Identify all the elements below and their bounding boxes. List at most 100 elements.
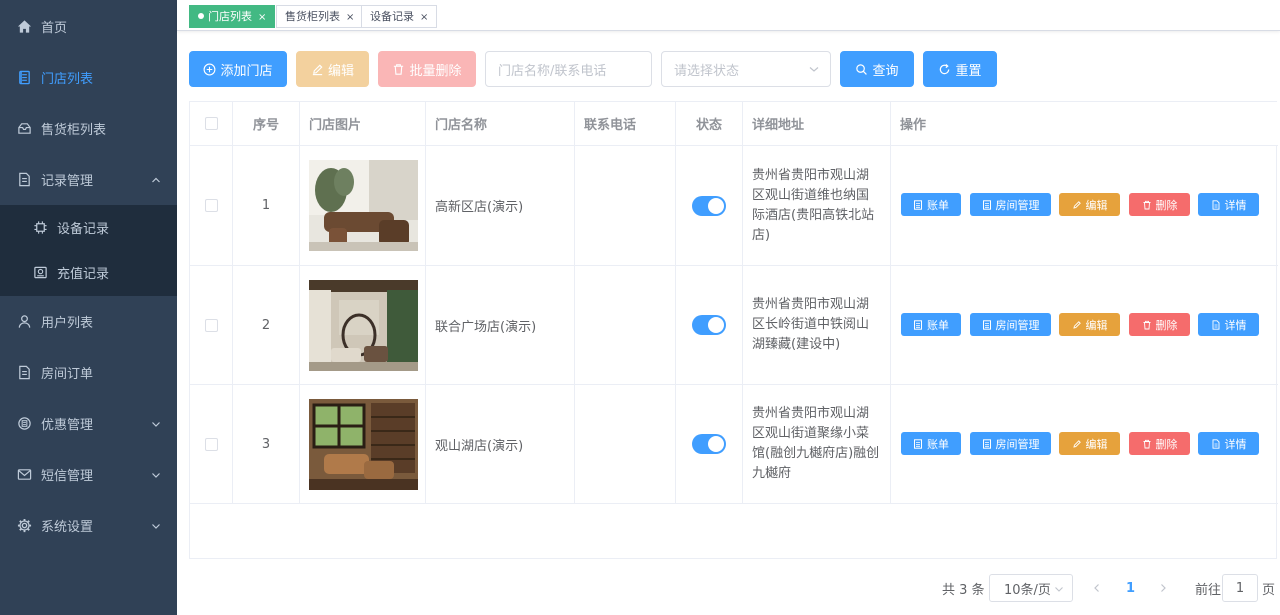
table-cell-name: 观山湖店(演示) xyxy=(426,385,575,504)
chevron-down-icon xyxy=(1055,587,1063,592)
user-icon xyxy=(16,314,32,330)
search-icon xyxy=(856,63,868,75)
goto-page-input[interactable]: 1 xyxy=(1222,574,1258,602)
tag-cabinet-list[interactable]: 售货柜列表 × xyxy=(276,5,364,28)
close-icon[interactable]: × xyxy=(258,12,266,23)
sidebar-item-records[interactable]: 记录管理 xyxy=(0,154,177,205)
sidebar-item-user-list[interactable]: 用户列表 xyxy=(0,296,177,347)
active-dot-icon xyxy=(198,13,204,19)
sidebar-item-coupons[interactable]: 优惠管理 xyxy=(0,398,177,449)
pagination-total: 共 3 条 xyxy=(942,582,985,598)
store-photo[interactable] xyxy=(309,160,418,251)
query-button[interactable]: 查询 xyxy=(840,51,914,87)
tags-view-bar: 门店列表 × 售货柜列表 × 设备记录 × xyxy=(177,0,1280,31)
gear-icon xyxy=(16,518,32,534)
bill-button[interactable]: 账单 xyxy=(901,313,961,336)
trash-icon xyxy=(394,63,404,75)
table-cell-image xyxy=(300,266,426,385)
sidebar-subitem-device-records[interactable]: 设备记录 xyxy=(0,205,177,250)
chevron-up-icon xyxy=(151,175,161,185)
mail-icon xyxy=(16,467,32,483)
sidebar-item-room-orders[interactable]: 房间订单 xyxy=(0,347,177,398)
chevron-down-icon xyxy=(151,521,161,531)
sidebar-item-settings[interactable]: 系统设置 xyxy=(0,500,177,551)
table-cell-address: 贵州省贵阳市观山湖区长岭街道中铁阅山湖臻藏(建设中) xyxy=(743,266,891,385)
file-icon xyxy=(1212,199,1219,210)
row-delete-button[interactable]: 删除 xyxy=(1129,193,1190,216)
room-manage-button[interactable]: 房间管理 xyxy=(970,313,1051,336)
status-switch[interactable] xyxy=(692,315,726,335)
cabinet-icon xyxy=(16,121,32,137)
room-manage-button[interactable]: 房间管理 xyxy=(970,432,1051,455)
room-manage-button[interactable]: 房间管理 xyxy=(970,193,1051,216)
document-icon xyxy=(914,438,922,449)
tag-store-list[interactable]: 门店列表 × xyxy=(189,5,276,28)
table-row-checkbox-cell xyxy=(190,266,233,385)
status-switch[interactable] xyxy=(692,434,726,454)
sidebar-item-store-list[interactable]: 门店列表 xyxy=(0,52,177,103)
row-edit-button[interactable]: 编辑 xyxy=(1059,432,1120,455)
page-size-select[interactable]: 10条/页 xyxy=(989,574,1073,602)
row-checkbox[interactable] xyxy=(204,199,218,212)
tag-device-records[interactable]: 设备记录 × xyxy=(361,5,438,28)
table-cell-actions: 账单 房间管理 编辑 删除 详情 xyxy=(891,385,1278,504)
table-cell-image xyxy=(300,146,426,266)
chevron-down-icon xyxy=(809,67,819,72)
goto-label: 前往 xyxy=(1195,582,1222,598)
sidebar-item-label: 房间订单 xyxy=(41,367,94,382)
prev-page-button[interactable] xyxy=(1092,574,1102,602)
select-all-checkbox[interactable] xyxy=(204,117,218,130)
search-input[interactable]: 门店名称/联系电话 xyxy=(485,51,652,87)
edit-icon xyxy=(312,64,323,75)
document-icon xyxy=(914,199,922,210)
batch-delete-button[interactable]: 批量删除 xyxy=(378,51,476,87)
document-icon xyxy=(914,319,922,330)
status-select[interactable]: 请选择状态 xyxy=(661,51,831,87)
next-page-button[interactable] xyxy=(1158,574,1168,602)
sidebar-item-label: 首页 xyxy=(41,21,68,36)
add-store-button[interactable]: 添加门店 xyxy=(189,51,287,87)
coupon-icon xyxy=(16,416,32,432)
sidebar-item-label: 记录管理 xyxy=(41,174,94,189)
row-edit-button[interactable]: 编辑 xyxy=(1059,313,1120,336)
table-cell-phone xyxy=(575,266,676,385)
header-phone: 联系电话 xyxy=(575,102,676,146)
status-switch[interactable] xyxy=(692,195,726,216)
trash-icon xyxy=(1143,200,1150,209)
row-delete-button[interactable]: 删除 xyxy=(1129,313,1190,336)
select-all-cell xyxy=(190,102,233,146)
store-photo[interactable] xyxy=(309,279,418,371)
edit-button[interactable]: 编辑 xyxy=(296,51,369,87)
close-icon[interactable]: × xyxy=(346,12,354,23)
sidebar-item-label: 短信管理 xyxy=(41,469,94,484)
row-edit-button[interactable]: 编辑 xyxy=(1059,193,1120,216)
row-detail-button[interactable]: 详情 xyxy=(1198,313,1259,336)
table-row-checkbox-cell xyxy=(190,146,233,266)
page-number-current[interactable]: 1 xyxy=(1126,574,1135,602)
table-cell-status xyxy=(676,266,743,385)
records-submenu: 设备记录 充值记录 xyxy=(0,205,177,296)
chip-icon xyxy=(32,220,48,236)
reset-button[interactable]: 重置 xyxy=(923,51,997,87)
store-photo[interactable] xyxy=(309,398,418,490)
row-delete-button[interactable]: 删除 xyxy=(1129,432,1190,455)
header-name: 门店名称 xyxy=(426,102,575,146)
home-icon xyxy=(16,19,32,35)
close-icon[interactable]: × xyxy=(420,12,428,23)
sidebar-item-sms[interactable]: 短信管理 xyxy=(0,449,177,500)
table-cell-name: 高新区店(演示) xyxy=(426,146,575,266)
sidebar-item-cabinet-list[interactable]: 售货柜列表 xyxy=(0,103,177,154)
bill-button[interactable]: 账单 xyxy=(901,432,961,455)
sidebar-item-label: 系统设置 xyxy=(41,520,94,535)
edit-icon xyxy=(1072,320,1081,329)
row-detail-button[interactable]: 详情 xyxy=(1198,193,1259,216)
row-checkbox[interactable] xyxy=(204,437,218,451)
sidebar-item-home[interactable]: 首页 xyxy=(0,1,177,52)
table-cell-actions: 账单 房间管理 编辑 删除 详情 xyxy=(891,266,1278,385)
row-detail-button[interactable]: 详情 xyxy=(1198,432,1259,455)
sidebar-subitem-recharge-records[interactable]: 充值记录 xyxy=(0,250,177,295)
bill-button[interactable]: 账单 xyxy=(901,193,961,216)
table-cell-actions: 账单 房间管理 编辑 删除 详情 xyxy=(891,146,1278,266)
row-checkbox[interactable] xyxy=(204,318,218,332)
file-icon xyxy=(1212,319,1219,330)
